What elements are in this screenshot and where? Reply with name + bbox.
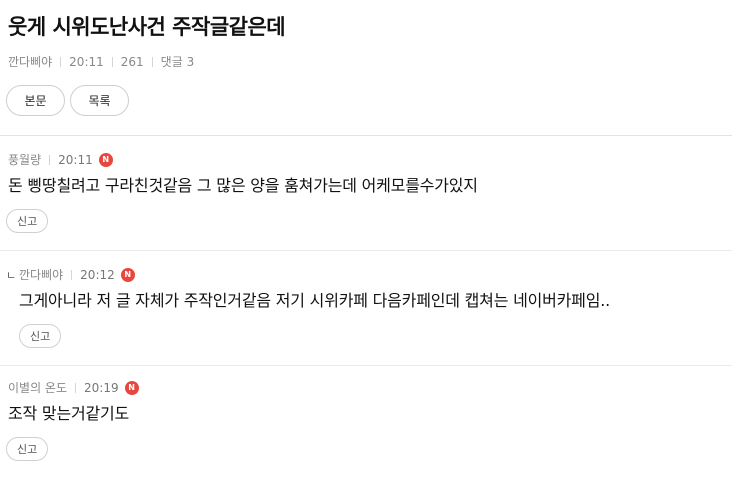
comment-text: 돈 삥땅칠려고 구라친것같음 그 많은 양을 훔쳐가는데 어케모를수가있지 — [8, 176, 478, 195]
reply-arrow-icon: ㄴ — [6, 269, 17, 282]
comment-meta: 풍월량 20:11 N — [8, 151, 113, 168]
meta-divider — [151, 56, 153, 67]
comment-item: 이별의 온도 20:19 N 조작 맞는거같기도 신고 — [0, 366, 732, 483]
comment-text: 조작 맞는거같기도 — [8, 404, 130, 423]
comment-reply-item: ㄴ 깐다삐야 20:12 N 그게아니라 저 글 자체가 주작인거같음 저기 시… — [0, 251, 732, 366]
post-comment-count[interactable]: 댓글 3 — [161, 53, 195, 70]
post-author[interactable]: 깐다삐야 — [8, 53, 52, 70]
comment-item: 풍월량 20:11 N 돈 삥땅칠려고 구라친것같음 그 많은 양을 훔쳐가는데… — [0, 137, 732, 251]
meta-divider — [75, 382, 77, 393]
meta-divider — [71, 269, 73, 280]
post-actions: 본문 목록 — [6, 85, 129, 116]
comment-author[interactable]: 깐다삐야 — [19, 266, 63, 283]
meta-divider — [111, 56, 113, 67]
post-meta: 깐다삐야 20:11 261 댓글 3 — [8, 53, 194, 70]
meta-divider — [49, 154, 51, 165]
report-button[interactable]: 신고 — [6, 209, 49, 233]
view-body-button[interactable]: 본문 — [6, 85, 65, 116]
new-badge-icon: N — [120, 267, 135, 282]
comment-text: 그게아니라 저 글 자체가 주작인거같음 저기 시위카페 다음카페인데 캡쳐는 … — [19, 291, 610, 310]
comment-time: 20:11 — [58, 152, 93, 167]
post-time: 20:11 — [69, 54, 104, 69]
comment-meta: 깐다삐야 20:12 N — [19, 266, 135, 283]
comment-author[interactable]: 이별의 온도 — [8, 379, 67, 396]
comment-time: 20:19 — [84, 380, 119, 395]
post-header: 웃게 시위도난사건 주작글같은데 깐다삐야 20:11 261 댓글 3 본문 … — [0, 0, 732, 136]
list-button[interactable]: 목록 — [70, 85, 129, 116]
report-button[interactable]: 신고 — [19, 324, 62, 348]
post-views: 261 — [120, 54, 144, 69]
new-badge-icon: N — [124, 380, 139, 395]
comment-time: 20:12 — [80, 267, 115, 282]
report-button[interactable]: 신고 — [6, 437, 49, 461]
comment-author[interactable]: 풍월량 — [8, 151, 41, 168]
post-title: 웃게 시위도난사건 주작글같은데 — [8, 15, 286, 39]
meta-divider — [60, 56, 62, 67]
comment-meta: 이별의 온도 20:19 N — [8, 379, 139, 396]
new-badge-icon: N — [98, 152, 113, 167]
